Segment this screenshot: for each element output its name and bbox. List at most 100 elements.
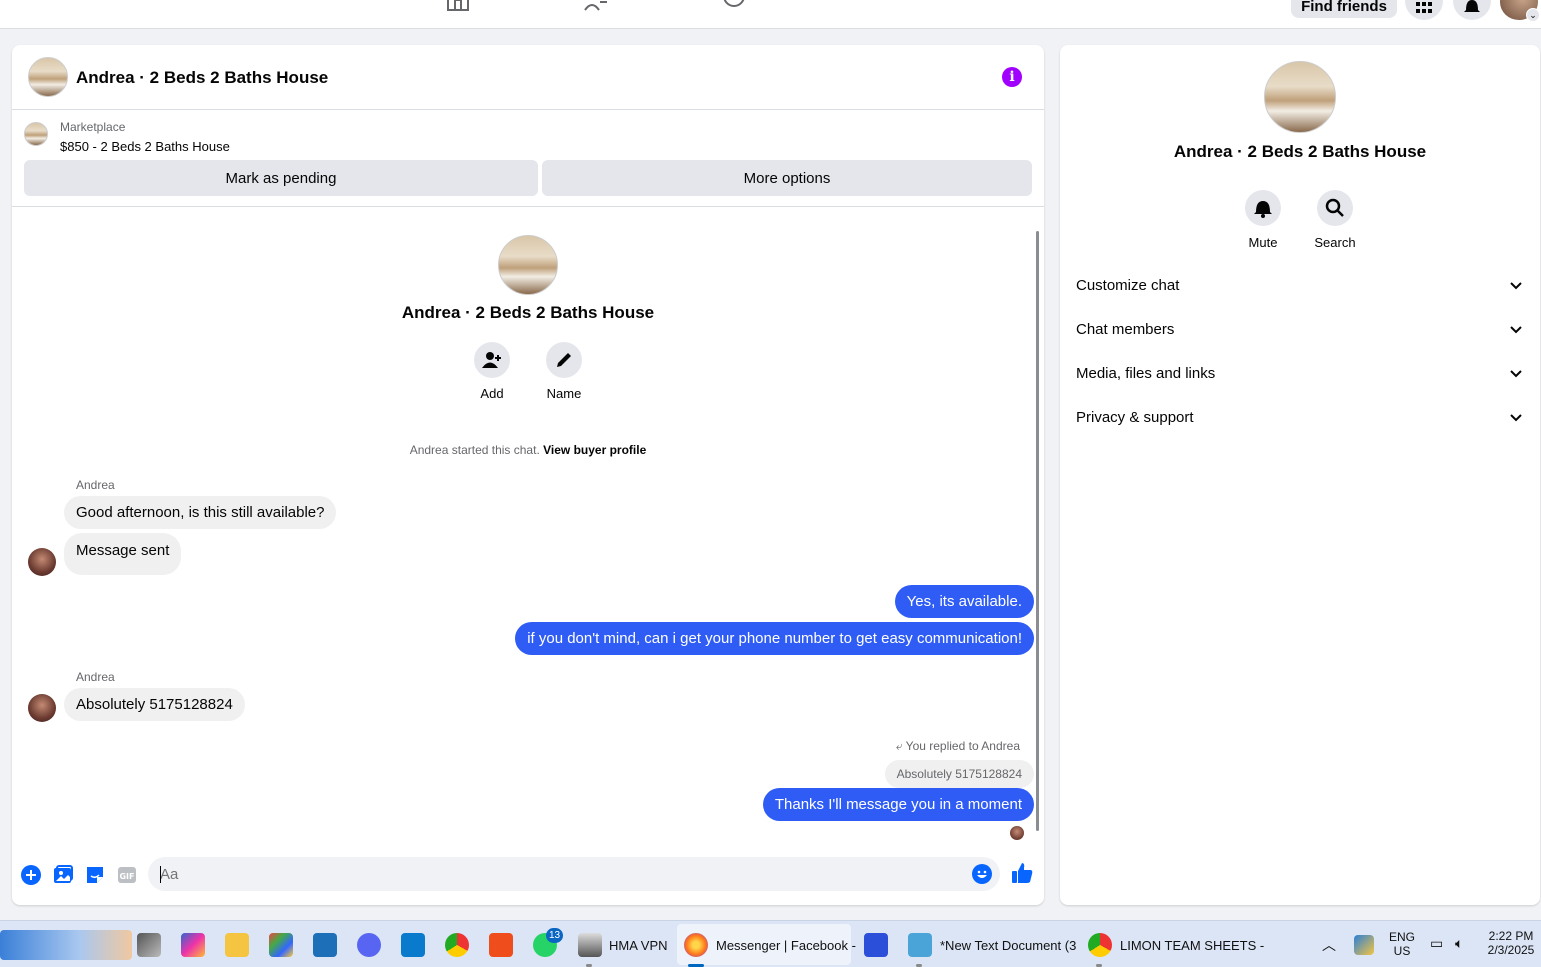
language-code: ENG	[1388, 930, 1415, 944]
mute-button[interactable]: Mute	[1228, 190, 1298, 250]
microsoft-store-icon[interactable]	[269, 933, 293, 957]
hma-vpn-label[interactable]: HMA VPN	[609, 938, 668, 953]
firefox-icon[interactable]	[684, 933, 708, 957]
section-privacy-support[interactable]: Privacy & support	[1060, 396, 1540, 440]
notepad-window-label[interactable]: *New Text Document (3	[940, 938, 1076, 953]
info-icon[interactable]: i	[1002, 67, 1022, 87]
gif-icon[interactable]: GIF	[116, 864, 138, 886]
reply-indicator-text: You replied to Andrea	[905, 739, 1020, 753]
section-label: Chat members	[1076, 321, 1175, 338]
message-input-container	[148, 857, 1000, 891]
name-chat-button[interactable]: Name	[534, 342, 594, 401]
details-title: Andrea · 2 Beds 2 Baths House	[1173, 142, 1427, 161]
details-avatar[interactable]	[1264, 61, 1336, 133]
region-code: US	[1393, 944, 1411, 958]
add-people-button[interactable]: Add	[462, 342, 522, 401]
language-indicator[interactable]: ENG US	[1386, 930, 1418, 958]
marketplace-label: Marketplace	[60, 120, 126, 134]
notepad-icon[interactable]	[908, 933, 932, 957]
chevron-down-icon	[1510, 326, 1522, 334]
svg-text:GIF: GIF	[119, 872, 134, 881]
message-bubble-outgoing[interactable]: Thanks I'll message you in a moment	[762, 788, 1034, 821]
clock[interactable]: 2:22 PM 2/3/2025	[1484, 929, 1538, 957]
chrome-profile-icon[interactable]	[1088, 933, 1112, 957]
marketplace-banner: Marketplace $850 - 2 Beds 2 Baths House …	[12, 110, 1044, 207]
section-label: Privacy & support	[1076, 409, 1194, 426]
widgets-weather-icon[interactable]	[0, 930, 132, 960]
plus-icon[interactable]	[20, 864, 42, 886]
message-bubble-incoming[interactable]: Good afternoon, is this still available?	[64, 496, 337, 529]
vscode-icon[interactable]	[401, 933, 425, 957]
app-icon[interactable]	[313, 933, 337, 957]
chat-title[interactable]: Andrea · 2 Beds 2 Baths House	[76, 68, 328, 88]
volume-icon[interactable]: 🔈︎	[1455, 935, 1463, 952]
app-icon-x[interactable]	[864, 933, 888, 957]
message-bubble-incoming[interactable]: Absolutely 5175128824	[64, 688, 245, 721]
andrea-avatar[interactable]	[28, 694, 56, 722]
groups-icon[interactable]	[721, 0, 747, 12]
home-icon[interactable]	[445, 0, 471, 12]
windows-taskbar: 13 HMA VPN Messenger | Facebook - *New T…	[0, 920, 1541, 967]
started-text: Andrea started this chat.	[409, 443, 540, 457]
bell-icon	[1245, 190, 1281, 226]
search-label: Search	[1314, 235, 1356, 250]
view-buyer-profile-link[interactable]: View buyer profile	[543, 443, 646, 457]
listing-thumbnail[interactable]	[24, 122, 48, 146]
reply-arrow-icon: ⤶	[895, 739, 903, 753]
quoted-message[interactable]: Absolutely 5175128824	[884, 760, 1034, 788]
sheets-window-label[interactable]: LIMON TEAM SHEETS -	[1120, 938, 1264, 953]
message-bubble-outgoing[interactable]: if you don't mind, can i get your phone …	[515, 622, 1034, 655]
task-view-icon[interactable]	[137, 933, 161, 957]
defender-icon[interactable]	[1354, 935, 1374, 955]
message-bubble-incoming[interactable]: Message sent	[64, 533, 182, 575]
text-caret	[160, 866, 161, 883]
chevron-down-icon	[1510, 282, 1522, 290]
hma-vpn-icon[interactable]	[578, 933, 602, 957]
menu-grid-icon[interactable]	[1405, 0, 1443, 20]
more-options-button[interactable]: More options	[542, 160, 1032, 196]
section-media-files-links[interactable]: Media, files and links	[1060, 352, 1540, 396]
pencil-icon	[546, 342, 582, 378]
add-person-icon	[474, 342, 510, 378]
search-icon	[1317, 190, 1353, 226]
file-explorer-icon[interactable]	[225, 933, 249, 957]
chevron-down-icon: ⌄	[1526, 8, 1540, 22]
message-bubble-outgoing[interactable]: Yes, its available.	[894, 585, 1034, 618]
name-label: Name	[546, 386, 582, 401]
chat-header: Andrea · 2 Beds 2 Baths House i	[12, 45, 1044, 110]
sticker-icon[interactable]	[84, 864, 106, 886]
andrea-avatar[interactable]	[28, 548, 56, 576]
profile-avatar[interactable]: ⌄	[1500, 0, 1540, 22]
seen-receipt-avatar	[1010, 826, 1024, 840]
message-input[interactable]	[160, 857, 960, 891]
intro-avatar	[498, 235, 558, 295]
search-button[interactable]: Search	[1300, 190, 1370, 250]
top-navigation: Find friends ⌄	[0, 0, 1541, 29]
messenger-window-label[interactable]: Messenger | Facebook -	[716, 938, 856, 953]
reply-indicator: ⤶ You replied to Andrea	[896, 739, 1020, 754]
thumbs-up-icon[interactable]	[1010, 861, 1034, 885]
intro-title: Andrea · 2 Beds 2 Baths House	[401, 303, 655, 322]
section-label: Media, files and links	[1076, 365, 1216, 382]
listing-price-title[interactable]: $850 - 2 Beds 2 Baths House	[60, 139, 230, 154]
mark-as-pending-button[interactable]: Mark as pending	[24, 160, 538, 196]
sender-name: Andrea	[76, 478, 115, 492]
network-icon[interactable]: ▭	[1430, 935, 1443, 952]
chat-avatar[interactable]	[28, 57, 68, 97]
chat-details-panel: Andrea · 2 Beds 2 Baths House Mute Searc…	[1060, 45, 1540, 905]
chevron-down-icon	[1510, 414, 1522, 422]
notifications-bell-icon[interactable]	[1453, 0, 1491, 20]
discord-icon[interactable]	[357, 933, 381, 957]
chrome-icon[interactable]	[445, 933, 469, 957]
section-chat-members[interactable]: Chat members	[1060, 308, 1540, 352]
copilot-icon[interactable]	[181, 933, 205, 957]
friends-icon[interactable]	[583, 0, 609, 12]
emoji-icon[interactable]	[972, 864, 992, 884]
find-friends-button[interactable]: Find friends	[1291, 0, 1397, 18]
brave-icon[interactable]	[489, 933, 513, 957]
photo-icon[interactable]	[52, 864, 74, 886]
chat-started-notice: Andrea started this chat. View buyer pro…	[12, 443, 1044, 457]
show-hidden-icons-chevron-icon[interactable]: ︿	[1322, 935, 1336, 955]
section-customize-chat[interactable]: Customize chat	[1060, 264, 1540, 308]
clock-date: 2/3/2025	[1487, 943, 1535, 957]
